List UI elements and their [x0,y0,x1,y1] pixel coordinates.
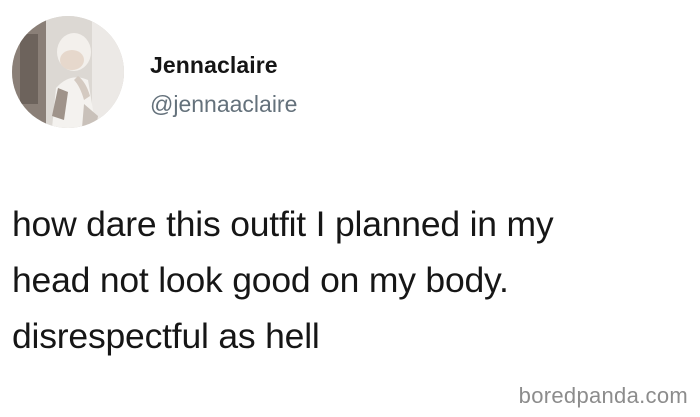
display-name[interactable]: Jennaclaire [150,52,278,79]
tweet-text: how dare this outfit I planned in my hea… [12,196,692,364]
tweet-text-line: head not look good on my body. [12,260,509,300]
user-handle[interactable]: @jennaaclaire [150,91,297,118]
profile-photo-icon [12,16,124,128]
tweet-card: Jennaclaire @jennaaclaire how dare this … [0,0,700,417]
avatar[interactable] [12,16,124,128]
tweet-text-line: how dare this outfit I planned in my [12,204,554,244]
tweet-text-line: disrespectful as hell [12,316,320,356]
watermark: boredpanda.com [518,383,688,408]
